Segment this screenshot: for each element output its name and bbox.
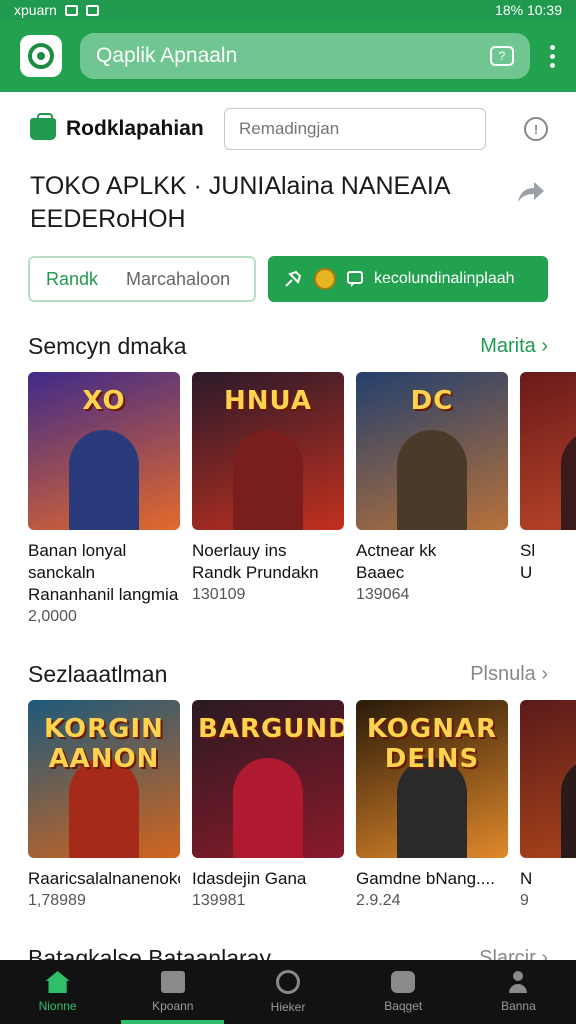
nav-home-label: Nionne — [38, 999, 77, 1013]
thumbnail-title: KORGIN AANON — [44, 714, 164, 774]
app-downloads: 139064 — [356, 586, 410, 603]
app-name: Gamdne bNang.... — [356, 869, 495, 888]
nav-messages-label: Baqget — [384, 999, 423, 1013]
card-row: KORGIN AANON Raaricsalalnanenoko 1,78989 BA… — [28, 700, 576, 910]
random-button[interactable]: Randk Marcahaloon — [28, 256, 256, 302]
brand-search-input[interactable] — [224, 108, 486, 150]
app-downloads: 2,0000 — [28, 608, 77, 625]
sections-container: Semcyn dmaka Marita › XO Banan lonyal sanck… — [0, 320, 576, 984]
app-thumbnail — [520, 700, 576, 858]
card-row: XO Banan lonyal sanckaln Rananhanil langm… — [28, 372, 576, 626]
app-card[interactable]: DC Actnear kk Baaec 139064 — [356, 372, 508, 626]
search-placeholder: Qaplik Apnaaln — [96, 44, 238, 67]
coin-icon — [314, 268, 336, 290]
random-button-label: Randk — [46, 268, 99, 289]
voice-search-icon[interactable]: ? — [490, 46, 514, 66]
section: Semcyn dmaka Marita › XO Banan lonyal sanck… — [0, 320, 576, 626]
app-downloads: 2.9.24 — [356, 892, 401, 909]
home-icon — [45, 971, 70, 993]
app-thumbnail: KORGIN AANON — [28, 700, 180, 858]
app-logo-icon[interactable] — [20, 35, 62, 77]
profile-icon — [506, 971, 530, 993]
download-button[interactable]: kecolundinalinplaah — [268, 256, 548, 302]
download-button-label: kecolundinalinplaah — [374, 270, 515, 287]
section-header: Sezlaaatlman Plsnula › — [28, 648, 576, 700]
nav-history-label: Hieker — [270, 1000, 306, 1014]
bottom-nav: Nionne Kpoann Hieker Baqget Banna — [0, 960, 576, 1024]
app-downloads: 1,78989 — [28, 892, 86, 909]
nav-messages[interactable]: Baqget — [346, 960, 461, 1024]
app-downloads: 139981 — [192, 892, 246, 909]
history-icon — [276, 970, 300, 994]
status-bar: xpuarn 18% 10:39 — [0, 0, 576, 20]
nav-profile-label: Banna — [501, 999, 536, 1013]
nav-apps[interactable]: Kpoann — [115, 960, 230, 1024]
app-name: Actnear kk Baaec — [356, 541, 437, 582]
app-thumbnail: DC — [356, 372, 508, 530]
section-more-link[interactable]: Plsnula › — [470, 663, 548, 686]
shopping-bag-icon — [30, 113, 56, 140]
calendar-icon — [85, 4, 99, 16]
section-title: Sezlaaatlman — [28, 660, 168, 687]
nav-history[interactable]: Hieker — [230, 960, 345, 1024]
app-card[interactable]: Sl U — [520, 372, 576, 626]
section-title: Semcyn dmaka — [28, 332, 187, 359]
nav-profile[interactable]: Banna — [461, 960, 576, 1024]
messages-icon — [391, 971, 416, 993]
app-name: N — [520, 869, 533, 888]
app-bar: Qaplik Apnaaln ? — [0, 20, 576, 92]
section: Sezlaaatlman Plsnula › KORGIN AANON Raarics… — [0, 648, 576, 910]
app-downloads: 9 — [520, 892, 529, 909]
overflow-menu-icon[interactable] — [548, 44, 556, 68]
notification-icon — [64, 4, 78, 16]
app-thumbnail: XO — [28, 372, 180, 530]
app-thumbnail — [520, 372, 576, 530]
app-card[interactable]: N9 — [520, 700, 576, 910]
action-row: Randk Marcahaloon kecolundinalinplaah — [0, 236, 576, 302]
random-button-sub: Marcahaloon — [126, 268, 231, 289]
section-more-link[interactable]: Marita › — [480, 335, 548, 358]
app-name: Raaricsalalnanenoko — [28, 869, 180, 888]
search-bar[interactable]: Qaplik Apnaaln ? — [80, 33, 530, 79]
headline-text: TOKO APLKK · JUNIAlaina NANEAIA EEDERoHO… — [30, 172, 451, 233]
thumbnail-title: DC — [410, 386, 454, 416]
share-arrow-icon[interactable] — [514, 176, 546, 208]
app-thumbnail: BARGUND — [192, 700, 344, 858]
app-card[interactable]: HNUA Noerlauy ins Randk Prundakn 130109 — [192, 372, 344, 626]
headline: TOKO APLKK · JUNIAlaina NANEAIA EEDERoHO… — [0, 166, 576, 236]
chat-icon — [347, 271, 363, 287]
section-header: Semcyn dmaka Marita › — [28, 320, 576, 372]
thumbnail-title: XO — [82, 386, 126, 416]
app-card[interactable]: KORGIN AANON Raaricsalalnanenoko 1,78989 — [28, 700, 180, 910]
nav-apps-label: Kpoann — [152, 999, 194, 1013]
app-name: Banan lonyal sanckaln Rananhanil langmia — [28, 541, 179, 604]
app-card[interactable]: XO Banan lonyal sanckaln Rananhanil langm… — [28, 372, 180, 626]
apps-icon — [160, 971, 185, 993]
nav-home[interactable]: Nionne — [0, 960, 115, 1024]
info-icon[interactable]: ! — [524, 117, 548, 141]
status-time: 18% 10:39 — [495, 2, 562, 18]
app-card[interactable]: BARGUND Idasdejin Gana 139981 — [192, 700, 344, 910]
thumbnail-title: HNUA — [224, 386, 312, 416]
status-carrier: xpuarn — [14, 2, 57, 18]
pin-icon — [285, 270, 302, 287]
brand-name: Rodklapahian — [66, 117, 204, 140]
thumbnail-title: BARGUND — [198, 714, 344, 744]
app-thumbnail: HNUA — [192, 372, 344, 530]
app-thumbnail: KOGNAR DEINS — [356, 700, 508, 858]
app-name: Sl U — [520, 541, 536, 582]
app-card[interactable]: KOGNAR DEINS Gamdne bNang.... 2.9.24 — [356, 700, 508, 910]
brand-row: Rodklapahian ! — [0, 92, 576, 166]
app-downloads: 130109 — [192, 586, 246, 603]
thumbnail-title: KOGNAR DEINS — [366, 714, 498, 774]
app-name: Noerlauy ins Randk Prundakn — [192, 541, 319, 582]
app-name: Idasdejin Gana — [192, 869, 307, 888]
